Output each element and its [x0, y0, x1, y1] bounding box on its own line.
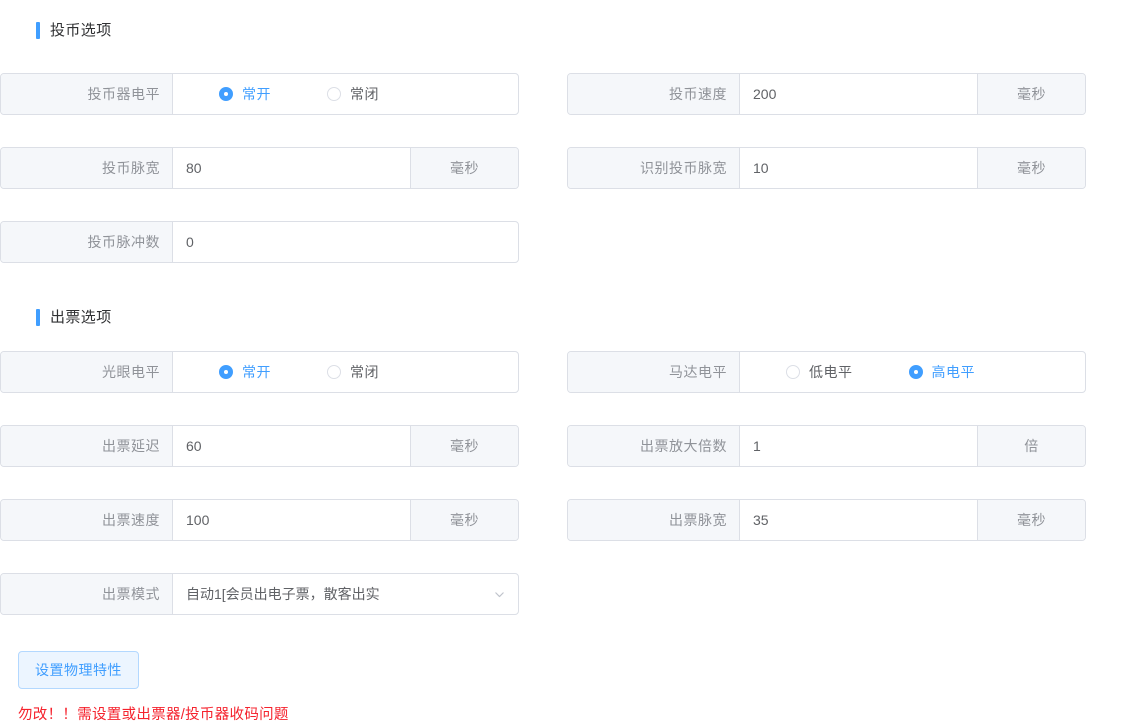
input-coin-pulse-width[interactable]: 80	[173, 148, 410, 188]
radio-option-label: 高电平	[931, 364, 975, 380]
radio-option-label: 常开	[242, 364, 271, 380]
field-row-coin-pulse-count: 投币脉冲数 0	[0, 221, 519, 263]
field-label: 出票模式	[1, 574, 173, 614]
section-title-coin: 投币选项	[50, 21, 112, 39]
field-label: 出票脉宽	[568, 500, 740, 540]
radio-option-label: 常闭	[350, 364, 379, 380]
radio-option-label: 常闭	[350, 86, 379, 102]
unit-suffix: 毫秒	[410, 500, 518, 540]
field-row-motor-level: 马达电平 低电平 高电平	[567, 351, 1086, 393]
field-row-coin-pulse-width: 投币脉宽 80 毫秒	[0, 147, 519, 189]
input-ticket-delay[interactable]: 60	[173, 426, 410, 466]
radio-option-normally-closed[interactable]: 常闭	[327, 84, 379, 104]
field-label: 出票延迟	[1, 426, 173, 466]
radio-dot-icon	[786, 365, 800, 379]
input-value: 35	[753, 512, 769, 528]
radio-dot-icon	[327, 87, 341, 101]
field-label: 马达电平	[568, 352, 740, 392]
field-label: 投币脉冲数	[1, 222, 173, 262]
unit-suffix: 毫秒	[977, 500, 1085, 540]
field-label: 投币速度	[568, 74, 740, 114]
field-row-ticket-pulse-width: 出票脉宽 35 毫秒	[567, 499, 1086, 541]
field-label: 投币脉宽	[1, 148, 173, 188]
radio-option-high-level[interactable]: 高电平	[908, 362, 976, 382]
input-recognize-coin-pulse-width[interactable]: 10	[740, 148, 977, 188]
input-ticket-pulse-width[interactable]: 35	[740, 500, 977, 540]
field-label: 识别投币脉宽	[568, 148, 740, 188]
input-value: 1	[753, 438, 761, 454]
input-coin-speed[interactable]: 200	[740, 74, 977, 114]
field-label: 投币器电平	[1, 74, 173, 114]
radio-dot-icon	[219, 87, 233, 101]
footer-actions: 设置物理特性	[18, 651, 139, 689]
field-row-ticket-mode: 出票模式 自动1[会员出电子票，散客出实	[0, 573, 519, 615]
section-header-ticket: 出票选项	[36, 305, 112, 329]
input-value: 200	[753, 86, 777, 102]
input-value: 0	[186, 234, 194, 250]
unit-suffix: 倍	[977, 426, 1085, 466]
radio-group-coin-acceptor-level: 常开 常闭	[173, 74, 518, 114]
chevron-down-icon	[493, 588, 506, 601]
select-value: 自动1[会员出电子票，散客出实	[186, 586, 380, 602]
unit-suffix: 毫秒	[410, 426, 518, 466]
select-ticket-mode[interactable]: 自动1[会员出电子票，散客出实	[173, 574, 518, 614]
radio-dot-icon	[327, 365, 341, 379]
input-value: 60	[186, 438, 202, 454]
set-physical-properties-button[interactable]: 设置物理特性	[18, 651, 139, 689]
field-label: 光眼电平	[1, 352, 173, 392]
radio-option-label: 常开	[242, 86, 271, 102]
field-row-ticket-delay: 出票延迟 60 毫秒	[0, 425, 519, 467]
radio-group-photo-eye-level: 常开 常闭	[173, 352, 518, 392]
input-ticket-speed[interactable]: 100	[173, 500, 410, 540]
radio-option-normally-open[interactable]: 常开	[219, 84, 271, 104]
radio-option-normally-closed[interactable]: 常闭	[327, 362, 379, 382]
input-value: 10	[753, 160, 769, 176]
unit-suffix: 毫秒	[977, 148, 1085, 188]
section-title-ticket: 出票选项	[50, 308, 112, 326]
unit-suffix: 毫秒	[977, 74, 1085, 114]
field-row-coin-acceptor-level: 投币器电平 常开 常闭	[0, 73, 519, 115]
field-label: 出票速度	[1, 500, 173, 540]
unit-suffix: 毫秒	[410, 148, 518, 188]
radio-option-label: 低电平	[809, 364, 853, 380]
radio-option-normally-open[interactable]: 常开	[219, 362, 271, 382]
section-header-coin: 投币选项	[36, 18, 112, 42]
input-value: 100	[186, 512, 210, 528]
radio-dot-icon	[219, 365, 233, 379]
section-accent-bar	[36, 308, 40, 326]
field-row-ticket-multiplier: 出票放大倍数 1 倍	[567, 425, 1086, 467]
input-coin-pulse-count[interactable]: 0	[173, 222, 518, 262]
warning-note: 勿改！！需设置或出票器/投币器收码问题	[18, 707, 289, 723]
radio-group-motor-level: 低电平 高电平	[740, 352, 1085, 392]
radio-option-low-level[interactable]: 低电平	[786, 362, 853, 382]
radio-dot-icon	[908, 365, 923, 379]
field-row-recognize-coin-pulse-width: 识别投币脉宽 10 毫秒	[567, 147, 1086, 189]
field-row-coin-speed: 投币速度 200 毫秒	[567, 73, 1086, 115]
input-value: 80	[186, 160, 202, 176]
field-row-photo-eye-level: 光眼电平 常开 常闭	[0, 351, 519, 393]
settings-page: 投币选项 投币器电平 常开 常闭 投币速度 200 毫秒 投币脉宽 80 毫秒	[0, 0, 1124, 723]
field-row-ticket-speed: 出票速度 100 毫秒	[0, 499, 519, 541]
input-ticket-multiplier[interactable]: 1	[740, 426, 977, 466]
section-accent-bar	[36, 21, 40, 39]
field-label: 出票放大倍数	[568, 426, 740, 466]
